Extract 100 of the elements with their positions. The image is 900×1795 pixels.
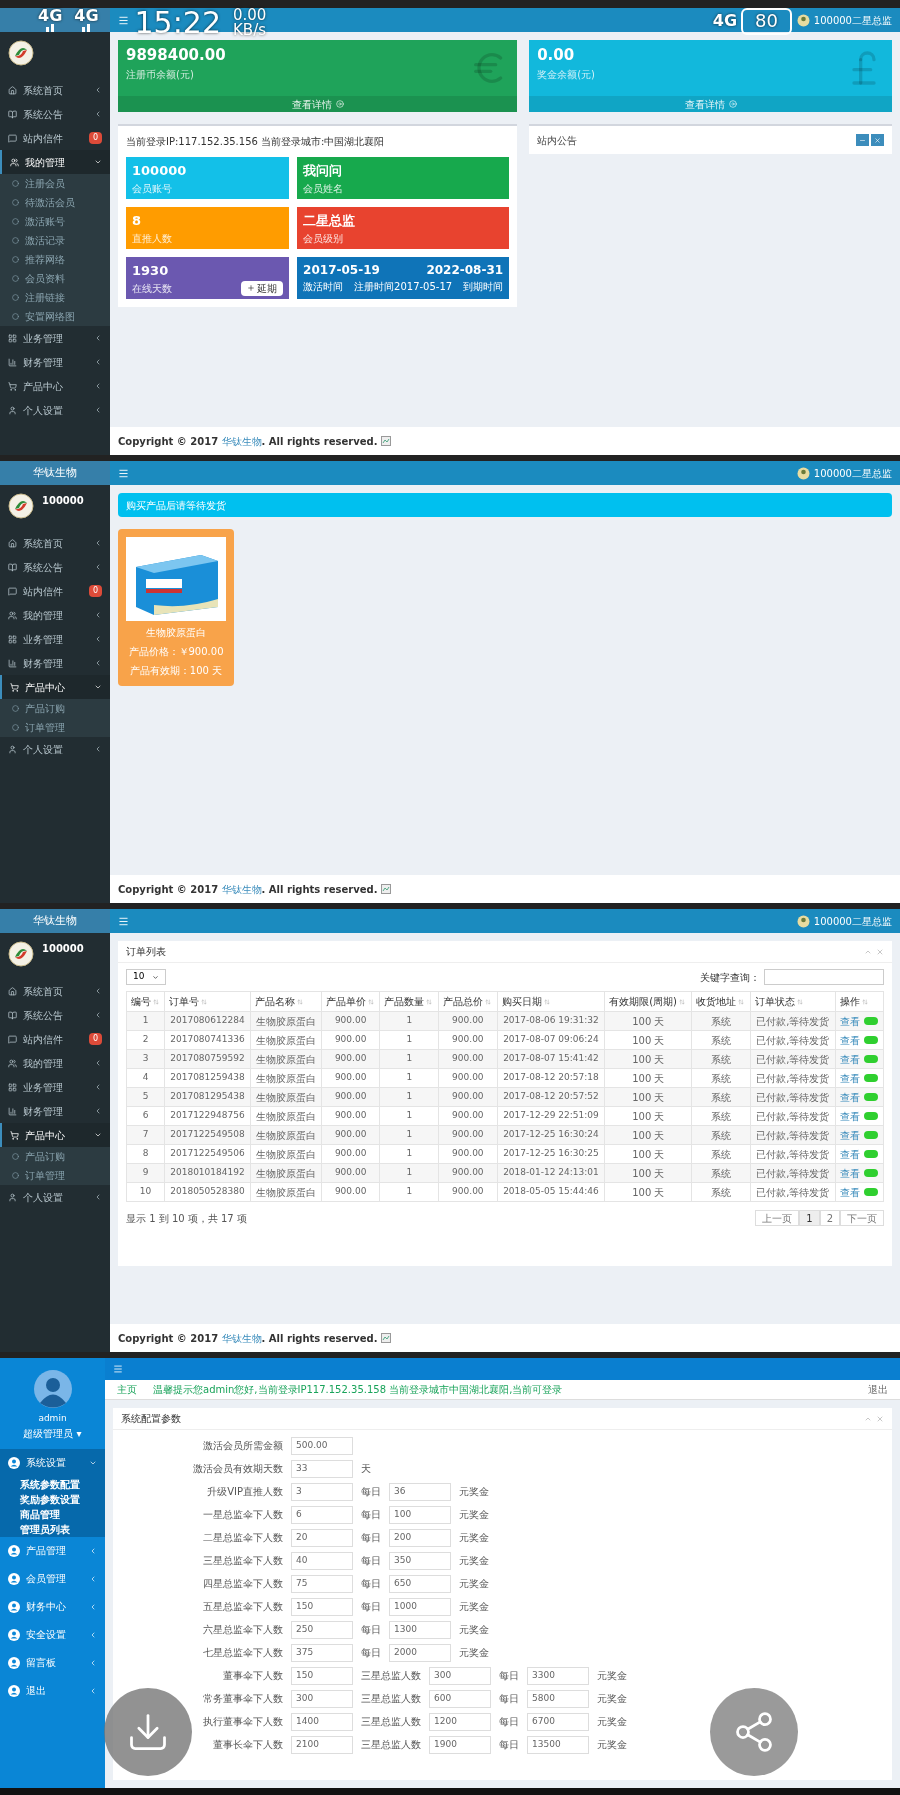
- column-header[interactable]: 购买日期: [497, 991, 605, 1012]
- sidebar-item[interactable]: 站内信件 0: [0, 126, 110, 150]
- sidebar-item[interactable]: 个人设置: [0, 398, 110, 422]
- pagination-button[interactable]: 下一页: [840, 1210, 884, 1226]
- input-field[interactable]: 2100: [291, 1735, 353, 1754]
- toggle-switch[interactable]: [863, 1131, 878, 1139]
- column-header[interactable]: 产品数量: [379, 991, 439, 1012]
- pagination-button[interactable]: 上一页: [755, 1210, 800, 1226]
- submenu-item[interactable]: 安置网络图: [0, 307, 110, 326]
- sidebar-item[interactable]: 业务管理: [0, 1075, 110, 1099]
- toggle-switch[interactable]: [863, 1150, 878, 1158]
- search-field[interactable]: [764, 969, 884, 985]
- menu-icon[interactable]: [118, 915, 129, 927]
- sidebar-item[interactable]: 系统公告: [0, 102, 110, 126]
- input-field[interactable]: 6: [291, 1505, 353, 1524]
- input-field[interactable]: 650: [389, 1574, 451, 1593]
- sidebar-item[interactable]: 业务管理: [0, 627, 110, 651]
- menu-icon[interactable]: [118, 467, 129, 479]
- input-field[interactable]: 33: [291, 1459, 353, 1478]
- sidebar-item[interactable]: 系统首页: [0, 78, 110, 102]
- sidebar-item[interactable]: 我的管理: [0, 603, 110, 627]
- sidebar-item[interactable]: 财务管理: [0, 350, 110, 374]
- submenu-item[interactable]: 系统参数配置: [0, 1476, 105, 1492]
- input-field[interactable]: 600: [429, 1689, 491, 1708]
- input-field[interactable]: 150: [291, 1666, 353, 1685]
- sidebar-item[interactable]: 退出: [0, 1676, 105, 1705]
- column-header[interactable]: 有效期限(周期): [604, 991, 692, 1012]
- input-field[interactable]: 500.00: [291, 1436, 353, 1455]
- sidebar-item[interactable]: 安全设置: [0, 1620, 105, 1649]
- column-header[interactable]: 订单状态: [750, 991, 836, 1012]
- input-field[interactable]: 2000: [389, 1643, 451, 1662]
- close-icon[interactable]: [876, 947, 884, 956]
- toggle-switch[interactable]: [863, 1188, 878, 1196]
- column-header[interactable]: 订单号: [164, 991, 251, 1012]
- pagination-button[interactable]: 1: [799, 1210, 820, 1226]
- home-tab[interactable]: 主页: [117, 1382, 137, 1397]
- close-icon[interactable]: [876, 1414, 884, 1423]
- input-field[interactable]: 1300: [389, 1620, 451, 1639]
- collapse-button[interactable]: [856, 134, 869, 146]
- submenu-item[interactable]: 会员资料: [0, 269, 110, 288]
- input-field[interactable]: 350: [389, 1551, 451, 1570]
- column-header[interactable]: 产品单价: [321, 991, 380, 1012]
- company-link[interactable]: 华钛生物: [221, 435, 262, 447]
- submenu-item[interactable]: 订单管理: [0, 1166, 110, 1185]
- company-link[interactable]: 华钛生物: [221, 1332, 262, 1344]
- pagination-button[interactable]: 2: [819, 1210, 840, 1226]
- input-field[interactable]: 36: [389, 1482, 451, 1501]
- submenu-item[interactable]: 激活账号: [0, 212, 110, 231]
- submenu-item[interactable]: 推荐网络: [0, 250, 110, 269]
- input-field[interactable]: 200: [389, 1528, 451, 1547]
- sidebar-item[interactable]: 站内信件 0: [0, 579, 110, 603]
- input-field[interactable]: 300: [429, 1666, 491, 1685]
- input-field[interactable]: 250: [291, 1620, 353, 1639]
- input-field[interactable]: 13500: [527, 1735, 589, 1754]
- input-field[interactable]: 75: [291, 1574, 353, 1593]
- sidebar-item[interactable]: 系统公告: [0, 555, 110, 579]
- toggle-switch[interactable]: [863, 1017, 878, 1025]
- sidebar-item[interactable]: 产品中心: [0, 675, 110, 699]
- sidebar-item[interactable]: 站内信件 0: [0, 1027, 110, 1051]
- input-field[interactable]: 40: [291, 1551, 353, 1570]
- user-role[interactable]: 超级管理员 ▾: [23, 1425, 82, 1441]
- sidebar-item[interactable]: 留言板: [0, 1648, 105, 1677]
- sidebar-item[interactable]: 财务管理: [0, 1099, 110, 1123]
- submenu-item[interactable]: 产品订购: [0, 699, 110, 718]
- input-field[interactable]: 375: [291, 1643, 353, 1662]
- sidebar-item[interactable]: 系统公告: [0, 1003, 110, 1027]
- input-field[interactable]: 150: [291, 1597, 353, 1616]
- submenu-item[interactable]: 激活记录: [0, 231, 110, 250]
- close-button[interactable]: [871, 134, 884, 146]
- sidebar-item[interactable]: 我的管理: [0, 1051, 110, 1075]
- sidebar-item[interactable]: 财务管理: [0, 651, 110, 675]
- toggle-switch[interactable]: [863, 1112, 878, 1120]
- input-field[interactable]: 300: [291, 1689, 353, 1708]
- input-field[interactable]: 1900: [429, 1735, 491, 1754]
- toggle-switch[interactable]: [863, 1055, 878, 1063]
- column-header[interactable]: 编号: [126, 991, 165, 1012]
- column-header[interactable]: 产品总价: [438, 991, 498, 1012]
- input-field[interactable]: 100: [389, 1505, 451, 1524]
- submenu-item[interactable]: 商品管理: [0, 1506, 105, 1522]
- toggle-switch[interactable]: [863, 1036, 878, 1044]
- submenu-item[interactable]: 注册会员: [0, 174, 110, 193]
- sidebar-item[interactable]: 财务中心: [0, 1592, 105, 1621]
- sidebar-item[interactable]: 产品管理: [0, 1536, 105, 1565]
- sidebar-item[interactable]: 会员管理: [0, 1564, 105, 1593]
- toggle-switch[interactable]: [863, 1169, 878, 1177]
- sidebar-item[interactable]: 业务管理: [0, 326, 110, 350]
- sidebar-item[interactable]: 产品中心: [0, 1123, 110, 1147]
- sidebar-item[interactable]: 系统设置: [0, 1448, 105, 1477]
- page-size-select[interactable]: 10: [126, 969, 167, 985]
- input-field[interactable]: 20: [291, 1528, 353, 1547]
- sidebar-item[interactable]: 产品中心: [0, 374, 110, 398]
- sidebar-item[interactable]: 系统首页: [0, 979, 110, 1003]
- input-field[interactable]: 3: [291, 1482, 353, 1501]
- sidebar-item[interactable]: 个人设置: [0, 737, 110, 761]
- submenu-item[interactable]: 管理员列表: [0, 1521, 105, 1537]
- extend-button[interactable]: 延期: [241, 280, 284, 296]
- sidebar-item[interactable]: 系统首页: [0, 531, 110, 555]
- column-header[interactable]: 收货地址: [691, 991, 751, 1012]
- input-field[interactable]: 5800: [527, 1689, 589, 1708]
- submenu-item[interactable]: 奖励参数设置: [0, 1491, 105, 1507]
